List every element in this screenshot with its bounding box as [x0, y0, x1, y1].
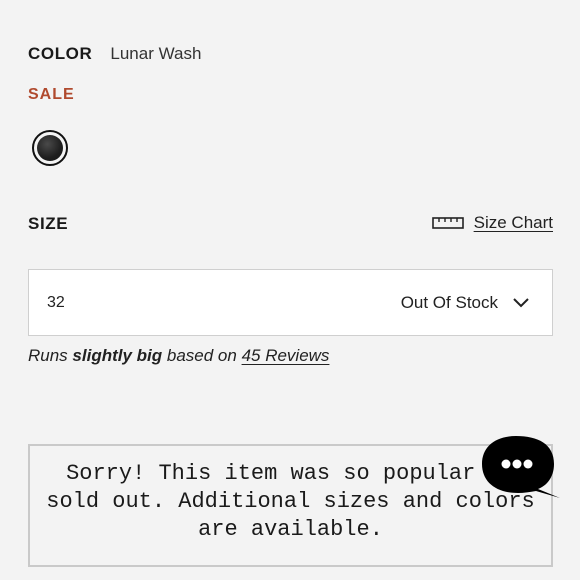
color-value: Lunar Wash [110, 44, 202, 63]
stock-status-text: Out Of Stock [400, 292, 498, 312]
chevron-down-icon [513, 297, 529, 307]
chat-bubble-icon[interactable] [480, 434, 562, 500]
fit-emphasis: slightly big [72, 346, 163, 365]
size-chart-label[interactable]: Size Chart [474, 213, 553, 233]
swatch-color-dot [37, 135, 63, 161]
fit-prefix: Runs [28, 346, 73, 365]
reviews-link[interactable]: 45 Reviews [242, 346, 330, 365]
sold-out-message: Sorry! This item was so popular it sold … [46, 460, 535, 542]
size-stock-status: Out Of Stock [401, 293, 530, 313]
sold-out-message-box: Sorry! This item was so popular it sold … [28, 444, 553, 567]
fit-note: Runs slightly big based on 45 Reviews [28, 346, 329, 366]
color-row: COLOR Lunar Wash [28, 44, 201, 64]
size-dropdown[interactable]: 32 Out Of Stock [28, 269, 553, 336]
size-label: SIZE [28, 214, 69, 233]
chat-bubble-shape [482, 436, 560, 498]
color-swatch-selected[interactable] [32, 130, 68, 166]
sale-label: SALE [28, 86, 75, 103]
ruler-icon [431, 217, 464, 229]
size-chart-link[interactable]: Size Chart [431, 213, 553, 233]
color-label: COLOR [28, 44, 93, 63]
size-selected-value: 32 [47, 293, 65, 311]
fit-middle: based on [162, 346, 242, 365]
